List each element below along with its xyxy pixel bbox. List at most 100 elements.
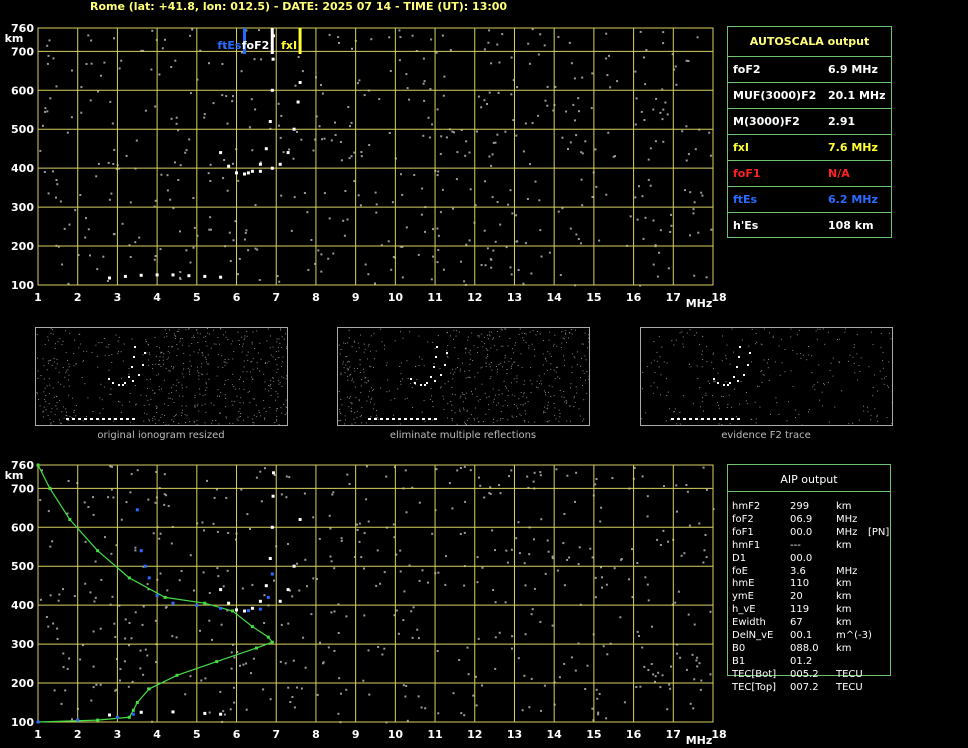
noise-dot — [517, 657, 520, 660]
thumb-dot — [264, 417, 266, 419]
thumb-dot — [338, 420, 340, 422]
thumb-es-point — [126, 418, 129, 420]
thumb-es-point — [695, 418, 698, 420]
thumb-dot — [768, 380, 770, 382]
thumb-dot — [210, 402, 212, 404]
noise-dot — [460, 260, 462, 263]
noise-dot — [249, 528, 251, 530]
noise-dot — [61, 263, 64, 266]
aip-panel: AIP output hmF2 299 km foF2 06.9 MHz foF1 00.0 M… — [727, 464, 891, 693]
noise-dot — [152, 532, 155, 535]
noise-dot — [124, 637, 127, 640]
noise-dot — [240, 488, 243, 491]
noise-dot — [581, 152, 584, 155]
noise-dot — [310, 239, 313, 241]
noise-dot — [170, 542, 173, 545]
noise-dot — [488, 492, 491, 495]
x-tick-label: 1 — [34, 291, 42, 304]
noise-dot — [422, 82, 425, 85]
noise-dot — [405, 226, 408, 229]
thumb-dot — [469, 363, 471, 365]
noise-dot — [89, 591, 92, 594]
aip-val: 20 — [790, 591, 803, 603]
thumb-dot — [146, 379, 148, 381]
thumb-dot — [795, 417, 796, 419]
thumb-dot — [176, 379, 178, 381]
thumb-dot — [466, 409, 468, 411]
thumb-dot — [847, 360, 849, 362]
thumb-dot — [496, 331, 498, 332]
thumb-dot — [360, 385, 362, 387]
noise-dot — [662, 140, 665, 143]
thumb-dot — [473, 345, 475, 347]
thumb-dot — [156, 412, 158, 413]
thumb-dot — [728, 394, 730, 396]
thumb-dot — [415, 366, 416, 367]
thumb-dot — [471, 414, 472, 416]
thumb-dot — [54, 414, 56, 416]
thumb-dot — [465, 377, 467, 379]
thumb-dot — [574, 401, 576, 403]
noise-dot — [211, 638, 213, 641]
noise-dot — [399, 549, 402, 552]
thumb-dot — [543, 373, 545, 375]
thumb-dot — [67, 369, 69, 371]
noise-dot — [636, 630, 639, 633]
data-point — [48, 486, 52, 490]
noise-dot — [689, 234, 691, 237]
thumb-dot — [571, 372, 573, 373]
thumb-dot — [269, 385, 271, 387]
noise-dot — [160, 173, 163, 176]
thumb-dot — [578, 408, 580, 410]
thumb-dot — [452, 368, 453, 370]
noise-dot — [113, 37, 115, 40]
noise-dot — [113, 148, 116, 151]
noise-dot — [698, 662, 701, 665]
thumb-dot — [345, 356, 347, 358]
data-point — [219, 275, 223, 279]
thumb-dot — [808, 346, 809, 347]
thumb-dot — [516, 381, 518, 383]
thumb-dot — [158, 373, 159, 375]
noise-dot — [480, 264, 483, 266]
thumb-dot — [149, 354, 151, 356]
marker-fxi: fxI — [281, 28, 302, 54]
thumb-dot — [230, 343, 232, 345]
thumb-dot — [467, 376, 469, 378]
thumb-dot — [711, 361, 713, 363]
thumb-dot — [243, 402, 245, 404]
autoscala-key: fxI — [733, 141, 749, 154]
thumb-dot — [465, 352, 467, 354]
thumb-dot — [203, 336, 205, 338]
thumb-dot — [340, 412, 342, 414]
thumb-es-point — [102, 418, 105, 420]
thumb-dot — [177, 348, 179, 350]
thumb-dot — [444, 383, 446, 385]
thumb-dot — [241, 351, 243, 353]
thumb-dot — [43, 391, 45, 393]
thumb-dot — [544, 406, 545, 408]
thumb-dot — [284, 414, 286, 415]
thumb-dot — [87, 397, 89, 399]
thumb-dot — [469, 353, 471, 355]
thumb-dot — [237, 419, 239, 421]
thumb-dot — [745, 400, 747, 402]
noise-dot — [57, 599, 60, 602]
thumb-dot — [548, 339, 550, 341]
noise-dot — [226, 569, 229, 572]
thumb-dot — [204, 356, 206, 358]
noise-dot — [328, 514, 331, 517]
thumb-dot — [772, 335, 774, 337]
thumb-es-point — [689, 418, 692, 420]
thumb-dot — [196, 424, 198, 425]
thumb-dot — [575, 386, 577, 388]
thumb-dot — [340, 374, 342, 376]
thumb-dot — [406, 360, 408, 362]
thumb-dot — [387, 379, 389, 381]
noise-dot — [607, 131, 610, 134]
noise-dot — [517, 269, 520, 271]
noise-dot — [129, 491, 132, 494]
noise-dot — [229, 708, 232, 711]
noise-dot — [400, 173, 402, 176]
data-point — [68, 518, 72, 521]
